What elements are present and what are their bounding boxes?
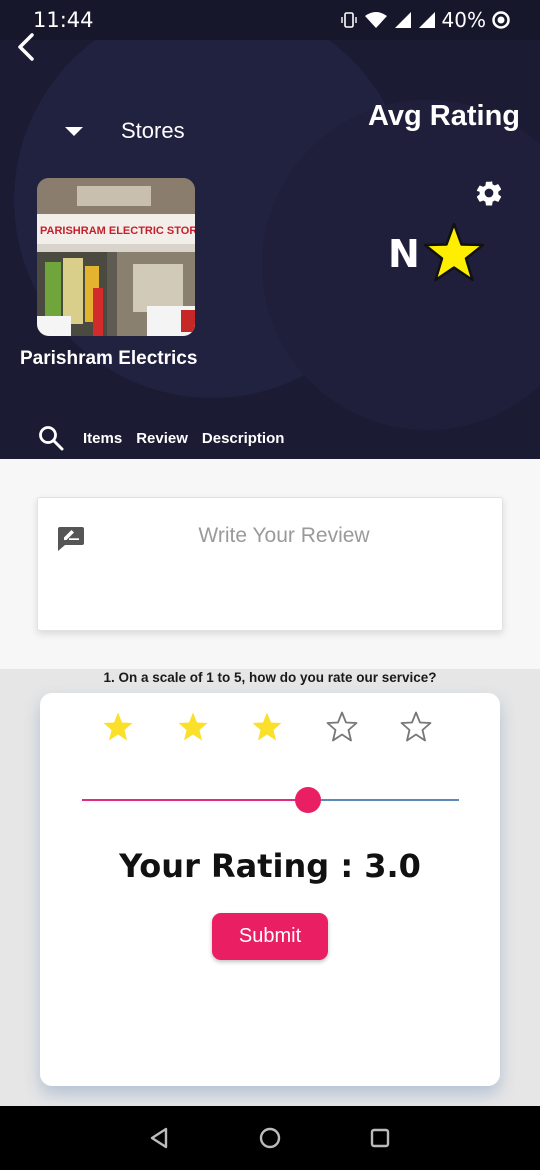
- signal-icon: [418, 12, 435, 28]
- system-nav-bar: [0, 1106, 540, 1170]
- status-time: 11:44: [33, 8, 94, 32]
- your-rating-text: Your Rating : 3.0: [119, 847, 421, 885]
- rating-card: Your Rating : 3.0 Submit: [40, 693, 500, 1086]
- star-filled-icon[interactable]: [177, 711, 209, 743]
- nav-back-icon[interactable]: [146, 1124, 174, 1152]
- slider-thumb[interactable]: [295, 787, 321, 813]
- dropdown-caret-icon: [65, 126, 83, 136]
- back-arrow-icon[interactable]: [14, 32, 42, 62]
- review-input[interactable]: Write Your Review: [37, 497, 503, 631]
- tab-description[interactable]: Description: [202, 430, 285, 447]
- submit-button[interactable]: Submit: [212, 913, 328, 960]
- star-filled-icon[interactable]: [102, 711, 134, 743]
- status-icons: 40%: [340, 8, 510, 32]
- rating-question: 1. On a scale of 1 to 5, how do you rate…: [103, 670, 437, 685]
- wifi-icon: [364, 12, 387, 28]
- tab-items[interactable]: Items: [83, 430, 122, 447]
- avg-rating-title: Avg Rating: [368, 100, 520, 132]
- slider-track-inactive: [308, 799, 459, 801]
- stores-label: Stores: [121, 118, 185, 143]
- star-outline-icon[interactable]: [326, 711, 358, 743]
- vibrate-icon: [340, 12, 357, 28]
- nav-home-icon[interactable]: [256, 1124, 284, 1152]
- rating-slider[interactable]: [82, 785, 459, 815]
- stores-dropdown[interactable]: Stores: [64, 118, 185, 144]
- store-photo: PARISHRAM ELECTRIC STORE: [37, 178, 195, 336]
- star-outline-icon[interactable]: [400, 711, 432, 743]
- signal-icon: [394, 12, 411, 28]
- status-bar: 11:44 40%: [0, 0, 540, 40]
- gear-icon[interactable]: [474, 178, 504, 208]
- battery-saver-icon: [492, 11, 510, 29]
- store-photo-sign: PARISHRAM ELECTRIC STORE: [40, 225, 195, 237]
- review-placeholder: Write Your Review: [198, 524, 370, 547]
- review-section: Write Your Review: [0, 459, 540, 669]
- star-icon: [423, 222, 485, 284]
- store-tabs: Items Review Description: [38, 425, 298, 451]
- avg-rating-value: N: [388, 232, 420, 276]
- star-rating: [102, 711, 442, 743]
- store-name: Parishram Electrics: [20, 348, 198, 369]
- nav-recents-icon[interactable]: [366, 1124, 394, 1152]
- tab-review[interactable]: Review: [136, 430, 188, 447]
- slider-track-active: [82, 799, 308, 801]
- search-icon[interactable]: [38, 425, 64, 451]
- star-filled-icon[interactable]: [251, 711, 283, 743]
- store-header: 11:44 40% Avg Rating Stores N PARISHRAM …: [0, 0, 540, 459]
- battery-percent: 40%: [441, 8, 486, 32]
